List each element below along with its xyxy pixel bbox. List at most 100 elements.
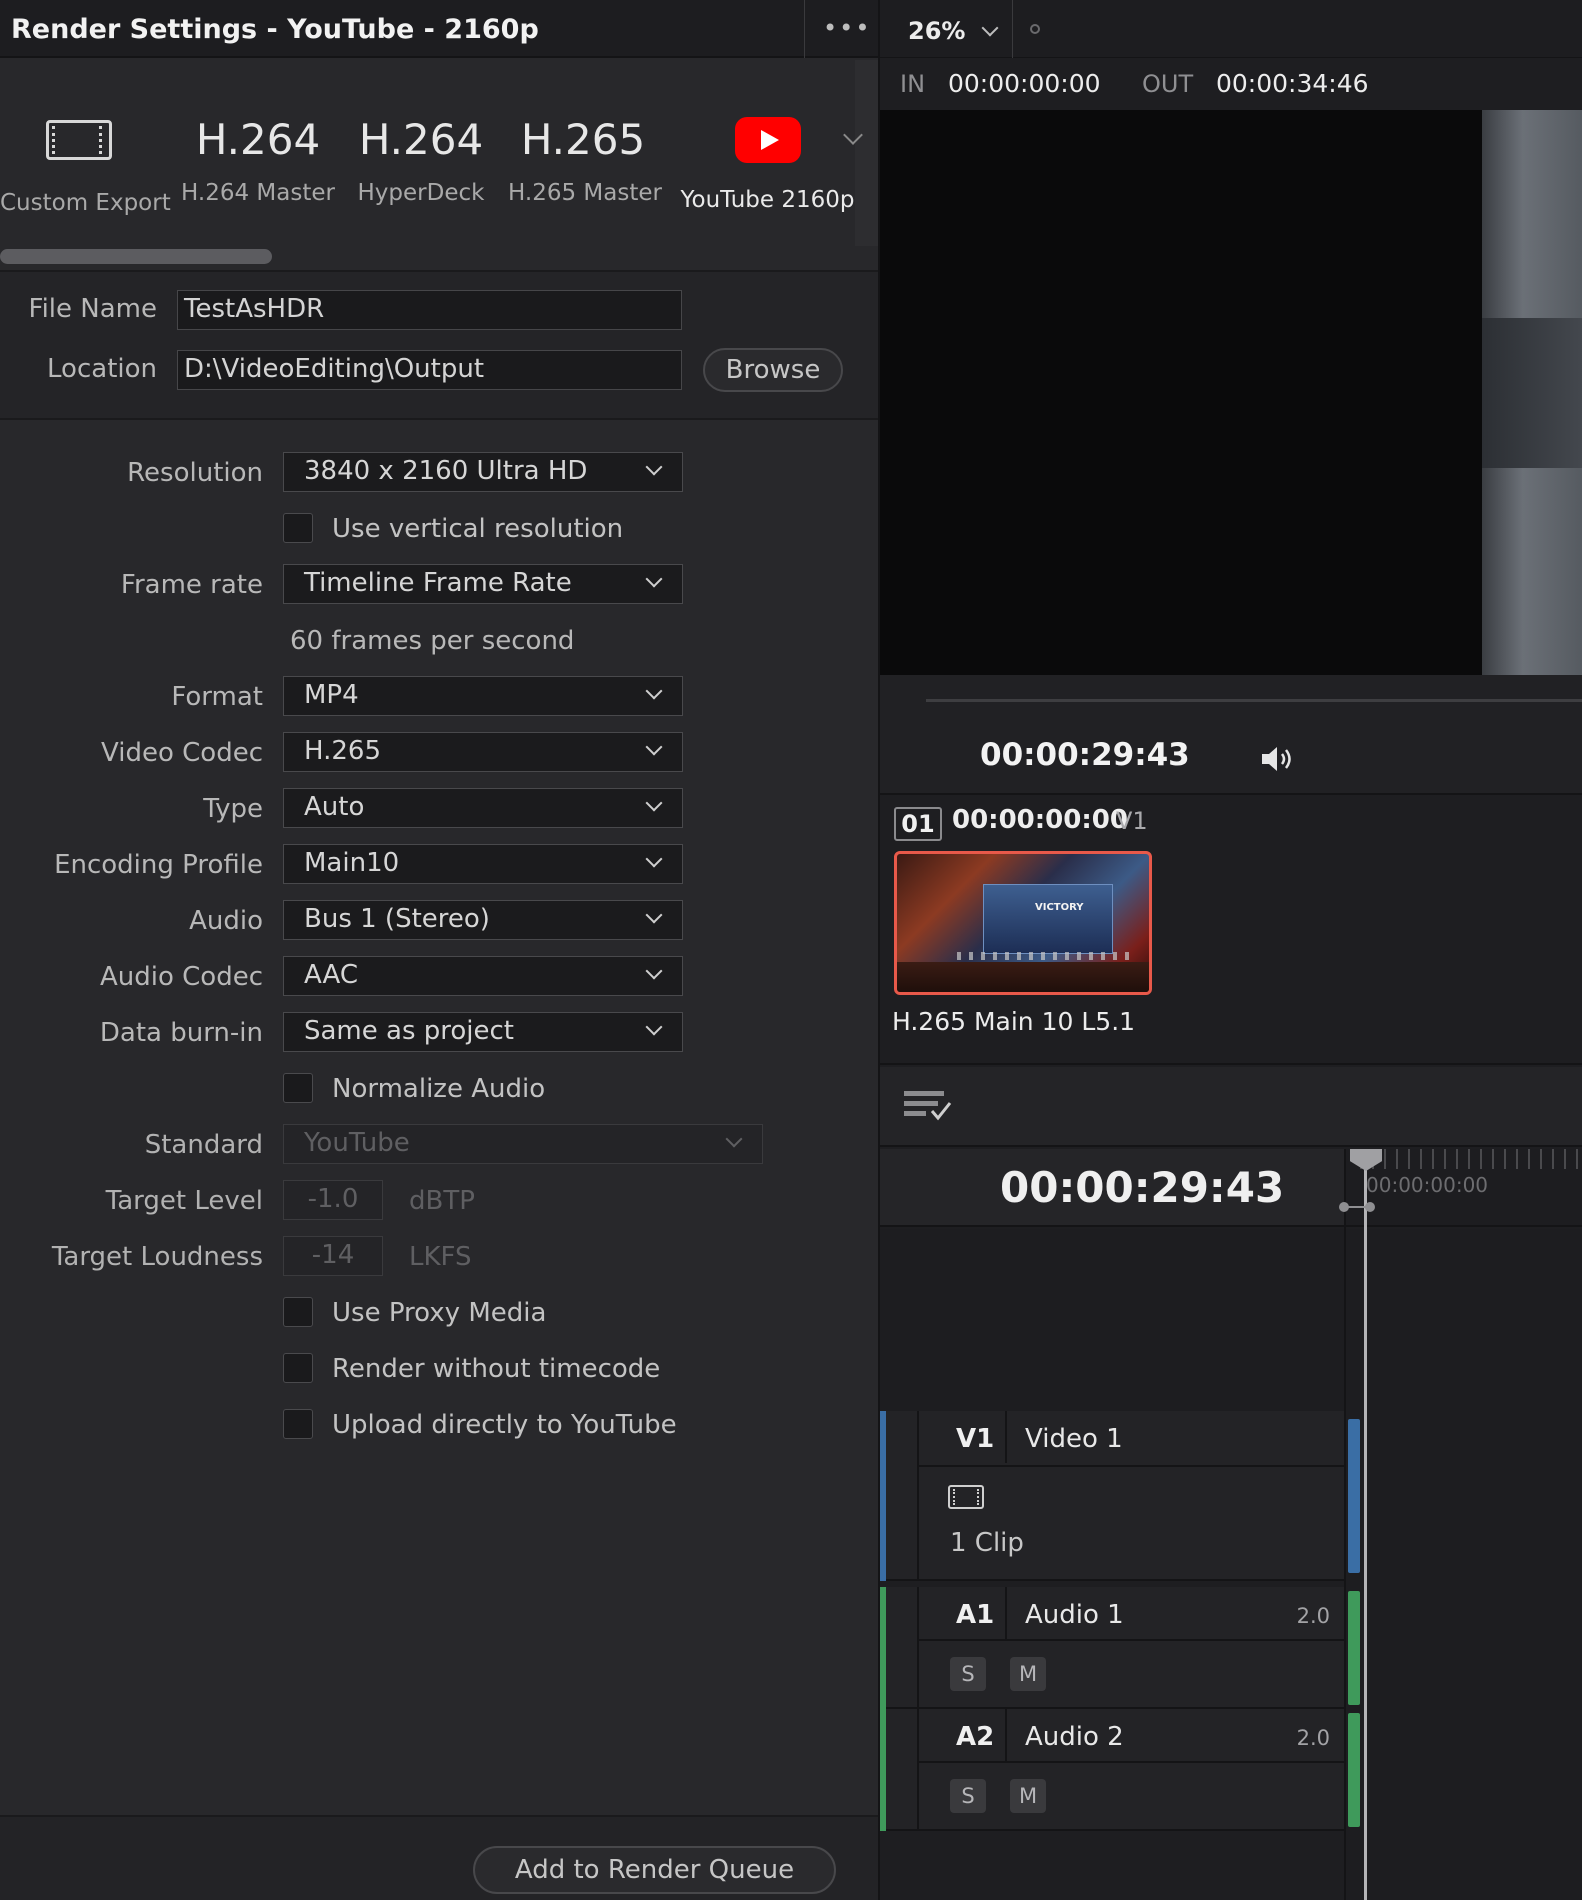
add-to-render-queue-button[interactable]: Add to Render Queue [473, 1846, 836, 1894]
panel-footer: Add to Render Queue [0, 1815, 878, 1900]
preset-hyperdeck[interactable]: H.264 HyperDeck [356, 110, 486, 206]
audio-codec-dropdown[interactable]: AAC [283, 956, 683, 996]
proxy-media-checkbox[interactable] [283, 1297, 313, 1327]
in-label: IN [900, 70, 926, 98]
type-dropdown[interactable]: Auto [283, 788, 683, 828]
no-timecode-checkbox[interactable] [283, 1353, 313, 1383]
preset-custom-export[interactable]: Custom Export [0, 110, 171, 216]
encoding-profile-value: Main10 [304, 848, 400, 878]
vertical-resolution-checkbox[interactable] [283, 513, 313, 543]
standard-label: Standard [144, 1130, 263, 1160]
thumb-floor [897, 962, 1149, 992]
chevron-down-icon [645, 1018, 663, 1036]
audio-value: Bus 1 (Stereo) [304, 904, 490, 934]
clip-thumbnail[interactable]: VICTORY [894, 851, 1152, 995]
film-icon [948, 1485, 984, 1509]
list-check-icon[interactable] [902, 1087, 954, 1123]
current-timecode: 00:00:29:43 [980, 737, 1190, 773]
thumb-text: VICTORY [1035, 902, 1084, 913]
type-label: Type [203, 794, 263, 824]
divider [917, 1465, 1344, 1467]
clip-timecode: 00:00:00:00 [952, 805, 1128, 835]
type-value: Auto [304, 792, 365, 822]
chevron-down-icon [645, 570, 663, 588]
target-loudness-label: Target Loudness [51, 1242, 263, 1272]
clip-codec: H.265 Main 10 L5.1 [892, 1007, 1136, 1036]
audio-dropdown[interactable]: Bus 1 (Stereo) [283, 900, 683, 940]
audio-lane-indicator [1348, 1591, 1360, 1705]
render-queue-toolbar [880, 1067, 1582, 1147]
preset-h264-master[interactable]: H.264 H.264 Master [180, 110, 336, 206]
zoom-level[interactable]: 26% [908, 17, 965, 45]
video-codec-label: Video Codec [101, 738, 263, 768]
preset-label: YouTube 2160p [680, 187, 855, 213]
divider [917, 1411, 919, 1581]
frame-rate-dropdown[interactable]: Timeline Frame Rate [283, 564, 683, 604]
in-timecode[interactable]: 00:00:00:00 [948, 69, 1101, 98]
clip-track: V1 [1116, 807, 1148, 835]
frame-rate-label: Frame rate [120, 570, 263, 600]
upload-youtube-checkbox[interactable] [283, 1409, 313, 1439]
preset-scrollbar[interactable] [0, 249, 272, 264]
speaker-icon[interactable] [1260, 745, 1296, 773]
ruler-ticks [1360, 1149, 1582, 1169]
track-name: Audio 2 [1025, 1722, 1124, 1752]
divider [1012, 0, 1013, 58]
target-level-label: Target Level [105, 1186, 263, 1216]
solo-button[interactable]: S [950, 1657, 986, 1691]
track-a2[interactable]: A2 Audio 2 2.0 S M [880, 1709, 1344, 1831]
normalize-audio-checkbox[interactable] [283, 1073, 313, 1103]
divider [1344, 1149, 1346, 1900]
preset-h265-master[interactable]: H.265 H.265 Master [508, 110, 662, 206]
track-channels: 2.0 [1296, 1726, 1330, 1750]
resolution-dropdown[interactable]: 3840 x 2160 Ultra HD [283, 452, 683, 492]
file-section: File Name TestAsHDR Location D:\VideoEdi… [0, 270, 878, 420]
clip-area: 01 00:00:00:00 V1 VICTORY H.265 Main 10 … [880, 797, 1582, 1065]
playhead[interactable] [1364, 1149, 1367, 1900]
out-label: OUT [1142, 70, 1194, 98]
track-channels: 2.0 [1296, 1604, 1330, 1628]
chevron-down-icon [645, 682, 663, 700]
location-input[interactable]: D:\VideoEditing\Output [177, 350, 682, 390]
track-name: Audio 1 [1025, 1600, 1124, 1630]
preset-codec-text: H.265 [520, 115, 646, 164]
preset-strip: Custom Export H.264 H.264 Master H.264 H… [0, 60, 878, 270]
scrubber[interactable] [926, 699, 1582, 702]
out-timecode[interactable]: 00:00:34:46 [1216, 69, 1369, 98]
preset-youtube-2160p[interactable]: YouTube 2160p [680, 110, 855, 213]
track-a1[interactable]: A1 Audio 1 2.0 S M [880, 1587, 1344, 1709]
clip-count: 1 Clip [950, 1528, 1024, 1558]
chevron-down-icon [645, 458, 663, 476]
audio-label: Audio [189, 906, 263, 936]
no-timecode-label: Render without timecode [332, 1354, 661, 1384]
file-name-input[interactable]: TestAsHDR [177, 290, 682, 330]
frame-rate-value: Timeline Frame Rate [304, 568, 572, 598]
browse-button[interactable]: Browse [703, 348, 843, 392]
mute-button[interactable]: M [1010, 1657, 1046, 1691]
format-dropdown[interactable]: MP4 [283, 676, 683, 716]
divider [917, 1639, 1344, 1641]
chevron-down-icon[interactable] [981, 19, 999, 37]
data-burn-in-dropdown[interactable]: Same as project [283, 1012, 683, 1052]
encoding-profile-dropdown[interactable]: Main10 [283, 844, 683, 884]
resolution-value: 3840 x 2160 Ultra HD [304, 456, 588, 486]
track-v1[interactable]: V1 Video 1 1 Clip [880, 1411, 1344, 1581]
data-burn-in-value: Same as project [304, 1016, 515, 1046]
video-codec-value: H.265 [304, 736, 381, 766]
playhead-zoom-handle[interactable] [1338, 1201, 1376, 1213]
mute-button[interactable]: M [1010, 1779, 1046, 1813]
standard-value: YouTube [304, 1128, 410, 1158]
video-preview-content [1482, 318, 1582, 468]
video-codec-dropdown[interactable]: H.265 [283, 732, 683, 772]
viewer-header: 26% [880, 0, 1582, 58]
transport-bar: 00:00:29:43 [880, 675, 1582, 795]
panel-title: Render Settings - YouTube - 2160p [11, 14, 539, 45]
preset-label: HyperDeck [357, 180, 485, 206]
proxy-media-label: Use Proxy Media [332, 1298, 547, 1328]
solo-button[interactable]: S [950, 1779, 986, 1813]
more-options-button[interactable]: ••• [804, 0, 878, 58]
track-id: A2 [956, 1722, 995, 1752]
chevron-down-icon [645, 738, 663, 756]
preset-scroll-edge [855, 60, 878, 246]
data-burn-in-label: Data burn-in [99, 1018, 263, 1048]
